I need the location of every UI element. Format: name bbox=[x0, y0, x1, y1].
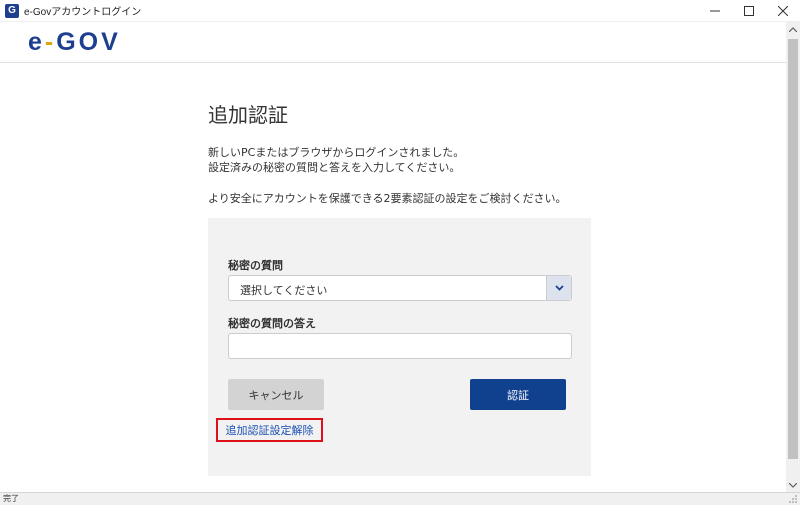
answer-label: 秘密の質問の答え bbox=[228, 317, 316, 330]
description-line-2: 設定済みの秘密の質問と答えを入力してください。 bbox=[208, 161, 461, 174]
close-icon bbox=[778, 6, 788, 16]
minimize-button[interactable] bbox=[698, 0, 732, 22]
logo-gov: GOV bbox=[56, 28, 121, 56]
authenticate-button[interactable]: 認証 bbox=[470, 379, 566, 410]
app-icon: G bbox=[5, 3, 19, 18]
maximize-icon bbox=[744, 6, 754, 16]
maximize-button[interactable] bbox=[732, 0, 766, 22]
page-title: 追加認証 bbox=[208, 103, 288, 127]
remove-additional-auth-link[interactable]: 追加認証設定解除 bbox=[216, 418, 323, 442]
chevron-up-icon bbox=[789, 26, 797, 32]
description-line-1: 新しいPCまたはブラウザからログインされました。 bbox=[208, 146, 465, 159]
cancel-button[interactable]: キャンセル bbox=[228, 379, 324, 410]
resize-grip-icon[interactable] bbox=[789, 495, 798, 504]
select-dropdown-button[interactable] bbox=[546, 276, 571, 300]
auth-form-panel: 秘密の質問 選択してください 秘密の質問の答え キャンセル 認証 追加認証設定解… bbox=[208, 218, 591, 476]
question-selected-value: 選択してください bbox=[240, 284, 328, 297]
logo-e: e bbox=[28, 28, 45, 56]
chevron-down-icon bbox=[554, 285, 564, 291]
question-label: 秘密の質問 bbox=[228, 259, 283, 272]
status-bar: 完了 bbox=[0, 492, 800, 505]
description-line-3: より安全にアカウントを保護できる2要素認証の設定をご検討ください。 bbox=[208, 192, 567, 205]
window-controls bbox=[698, 0, 800, 22]
chevron-down-icon bbox=[789, 482, 797, 488]
minimize-icon bbox=[710, 10, 720, 12]
status-text: 完了 bbox=[3, 494, 19, 503]
site-header: e-GOV bbox=[0, 22, 786, 63]
logo-dash: - bbox=[44, 28, 57, 56]
scroll-down-arrow[interactable] bbox=[786, 478, 800, 492]
window-title: e-Govアカウントログイン bbox=[24, 7, 142, 18]
window-titlebar: G e-Govアカウントログイン bbox=[0, 0, 800, 22]
secret-answer-input[interactable] bbox=[228, 333, 572, 359]
vertical-scrollbar[interactable] bbox=[786, 22, 800, 492]
close-button[interactable] bbox=[766, 0, 800, 22]
egov-logo[interactable]: e-GOV bbox=[28, 28, 121, 57]
scroll-up-arrow[interactable] bbox=[786, 22, 800, 36]
secret-question-select[interactable]: 選択してください bbox=[228, 275, 572, 301]
scrollbar-thumb[interactable] bbox=[788, 39, 798, 459]
